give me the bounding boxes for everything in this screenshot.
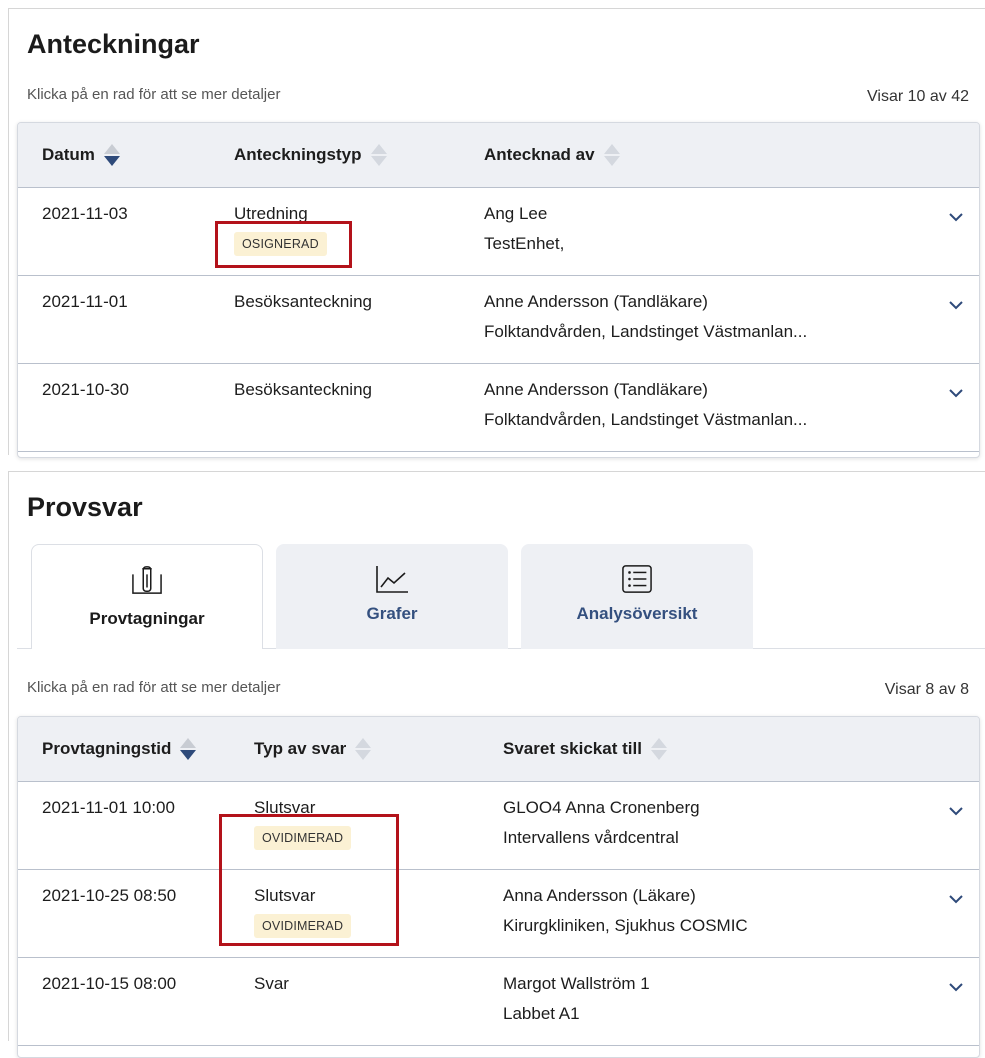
chevron-down-icon[interactable] (949, 982, 963, 992)
line-chart-icon (376, 566, 408, 593)
row-time: 2021-10-25 08:50 (42, 886, 177, 905)
table-row[interactable]: 2021-11-03 Utredning OSIGNERAD Ang Lee T… (18, 188, 979, 276)
column-header-antecknad-av[interactable]: Antecknad av (484, 123, 620, 187)
table-row[interactable]: 2021-10-30 Besöksanteckning Anne Anderss… (18, 364, 979, 452)
row-date: 2021-10-30 (42, 380, 129, 399)
row-unit: Kirurgkliniken, Sjukhus COSMIC (503, 916, 748, 935)
chevron-down-icon[interactable] (949, 300, 963, 310)
highlight-box (215, 221, 352, 268)
chevron-down-icon[interactable] (949, 388, 963, 398)
sort-icon (103, 144, 120, 166)
column-header-label: Provtagningstid (42, 739, 172, 758)
labs-table: Provtagningstid Typ av svar Svaret skick… (17, 716, 980, 1058)
notes-table: Datum Anteckningstyp Antecknad av 2021-1… (17, 122, 980, 458)
table-row[interactable]: 2021-10-15 08:00 Svar Margot Wallström 1… (18, 958, 979, 1046)
notes-hint: Klicka på en rad för att se mer detaljer (27, 86, 281, 103)
labs-panel: Provsvar Provtagningar Grafer Analysöver… (8, 471, 985, 1058)
table-row[interactable]: 2021-11-01 Besöksanteckning Anne Anderss… (18, 276, 979, 364)
row-author-cell: Anne Andersson (Tandläkare) Folktandvård… (484, 378, 807, 432)
row-recipient-cell: Margot Wallström 1 Labbet A1 (503, 972, 650, 1026)
row-author-cell: Anne Andersson (Tandläkare) Folktandvård… (484, 290, 807, 344)
notes-table-header: Datum Anteckningstyp Antecknad av (18, 123, 979, 188)
row-author-cell: Ang Lee TestEnhet, (484, 202, 564, 256)
row-type: Besöksanteckning (234, 292, 372, 311)
column-header-svaret-skickat-till[interactable]: Svaret skickat till (503, 717, 667, 781)
row-unit: Folktandvården, Landstinget Västmanlan..… (484, 322, 808, 341)
tab-label: Provtagningar (89, 609, 205, 628)
column-header-label: Antecknad av (484, 145, 595, 164)
sort-icon (355, 738, 372, 760)
row-author: Anne Andersson (Tandläkare) (484, 380, 708, 399)
column-header-typ-av-svar[interactable]: Typ av svar (254, 717, 372, 781)
column-header-datum[interactable]: Datum (42, 123, 120, 187)
row-recipient: GLOO4 Anna Cronenberg (503, 798, 700, 817)
list-icon (622, 565, 652, 593)
tab-label: Grafer (366, 604, 418, 623)
labs-count: Visar 8 av 8 (884, 681, 969, 698)
sort-icon (180, 738, 197, 760)
table-row[interactable]: 2021-11-01 10:00 Slutsvar OVIDIMERAD GLO… (18, 782, 979, 870)
labs-title: Provsvar (27, 492, 143, 522)
column-header-label: Svaret skickat till (503, 739, 642, 758)
notes-title: Anteckningar (27, 29, 200, 59)
row-recipient-cell: GLOO4 Anna Cronenberg Intervallens vårdc… (503, 796, 700, 850)
labs-hint: Klicka på en rad för att se mer detaljer (27, 679, 281, 696)
row-unit: Labbet A1 (503, 1004, 580, 1023)
sort-icon (603, 144, 620, 166)
tab-analysoversikt[interactable]: Analysöversikt (521, 544, 753, 649)
highlight-box (219, 814, 399, 946)
row-recipient: Anna Andersson (Läkare) (503, 886, 696, 905)
column-header-anteckningstyp[interactable]: Anteckningstyp (234, 123, 387, 187)
row-author: Ang Lee (484, 204, 548, 223)
column-header-provtagningstid[interactable]: Provtagningstid (42, 717, 197, 781)
row-unit: Intervallens vårdcentral (503, 828, 679, 847)
row-author: Anne Andersson (Tandläkare) (484, 292, 708, 311)
table-row[interactable]: 2021-10-25 08:50 Slutsvar OVIDIMERAD Ann… (18, 870, 979, 958)
labs-table-header: Provtagningstid Typ av svar Svaret skick… (18, 717, 979, 782)
tab-provtagningar[interactable]: Provtagningar (31, 544, 263, 649)
tab-grafer[interactable]: Grafer (276, 544, 508, 649)
row-time: 2021-10-15 08:00 (42, 974, 177, 993)
row-time: 2021-11-01 10:00 (42, 798, 175, 817)
row-recipient: Margot Wallström 1 (503, 974, 650, 993)
sort-icon (370, 144, 387, 166)
row-date: 2021-11-03 (42, 204, 128, 223)
test-tube-icon (132, 566, 162, 594)
chevron-down-icon[interactable] (949, 806, 963, 816)
column-header-label: Anteckningstyp (234, 145, 362, 164)
sort-icon (650, 738, 667, 760)
chevron-down-icon[interactable] (949, 212, 963, 222)
row-unit: TestEnhet, (484, 234, 565, 253)
notes-count: Visar 10 av 42 (867, 88, 969, 105)
notes-panel: Anteckningar Klicka på en rad för att se… (8, 8, 985, 458)
row-type: Svar (254, 974, 289, 993)
row-date: 2021-11-01 (42, 292, 128, 311)
tab-label: Analysöversikt (576, 604, 698, 623)
row-unit: Folktandvården, Landstinget Västmanlan..… (484, 410, 808, 429)
row-recipient-cell: Anna Andersson (Läkare) Kirurgkliniken, … (503, 884, 748, 938)
column-header-label: Datum (42, 145, 95, 164)
row-type: Besöksanteckning (234, 380, 372, 399)
chevron-down-icon[interactable] (949, 894, 963, 904)
column-header-label: Typ av svar (254, 739, 347, 758)
